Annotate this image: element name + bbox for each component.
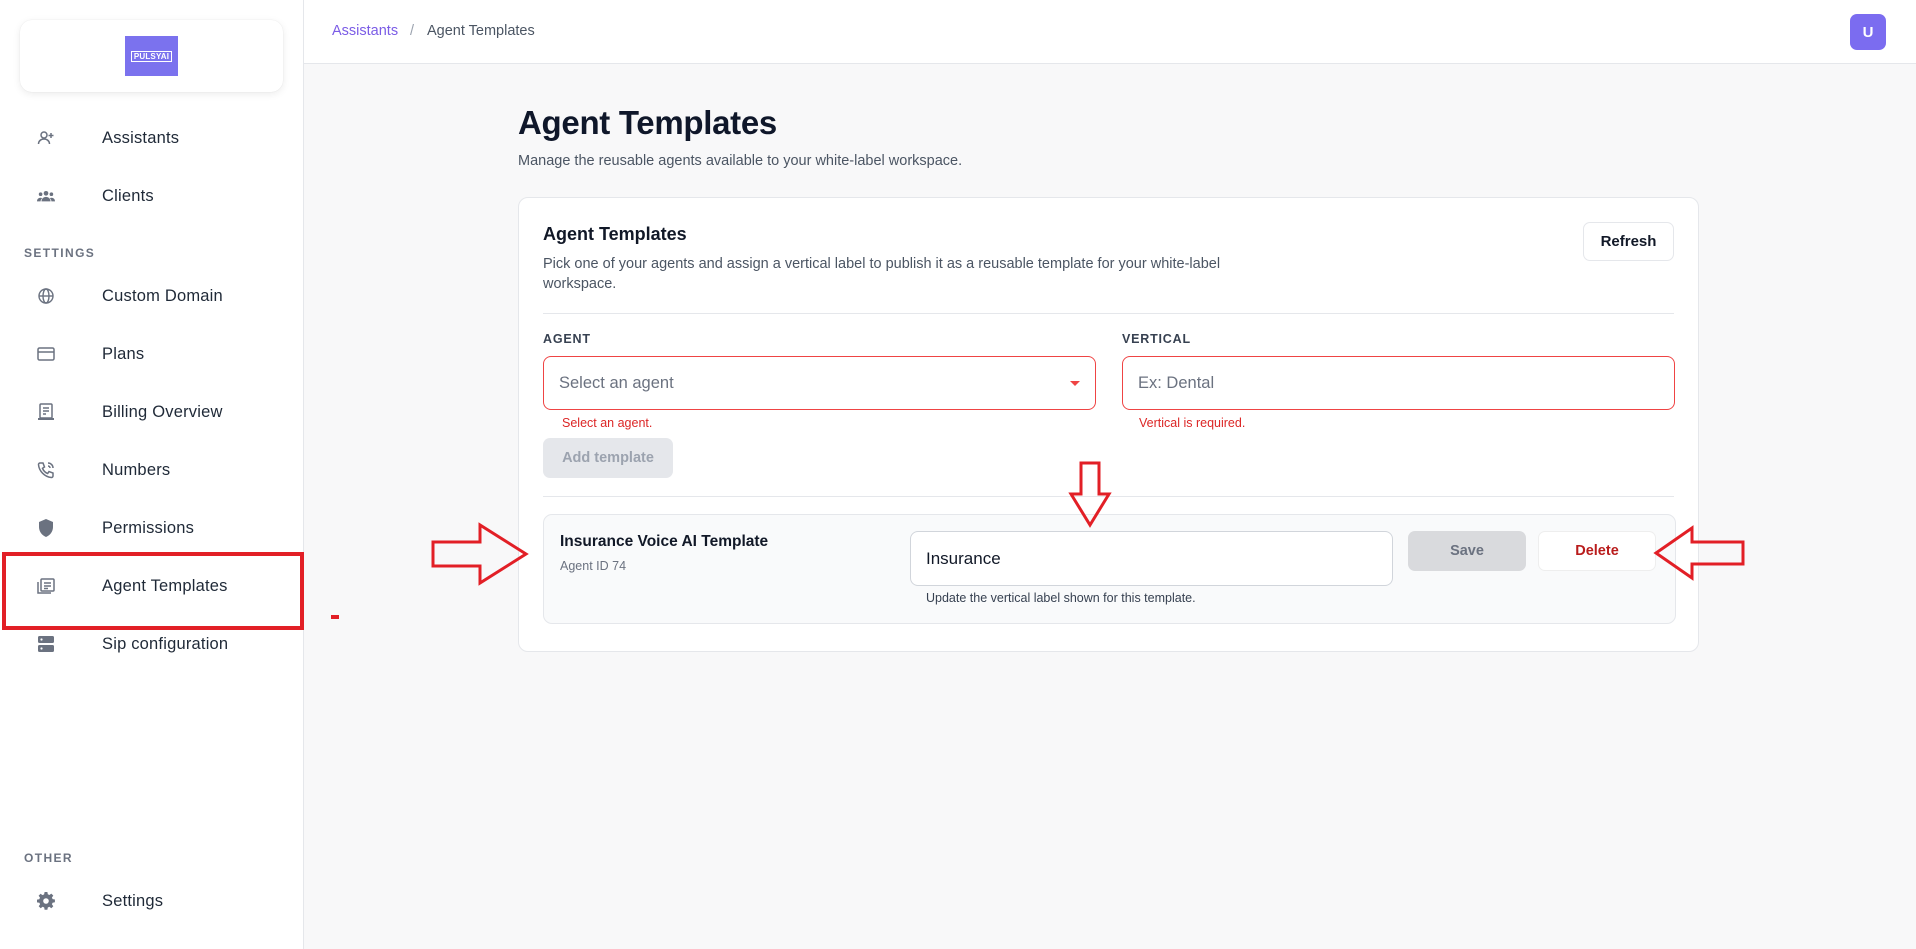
sidebar-item-plans[interactable]: Plans (0, 328, 304, 380)
card-title: Agent Templates (543, 224, 687, 244)
sidebar-item-label: Settings (102, 891, 164, 910)
phone-icon (37, 461, 55, 479)
sidebar-item-label: Billing Overview (102, 402, 223, 421)
receipt-icon (37, 403, 55, 421)
vertical-input[interactable] (1122, 356, 1675, 410)
credit-card-icon (37, 345, 55, 363)
breadcrumb-current: Agent Templates (427, 23, 535, 39)
sidebar-item-label: Numbers (102, 460, 171, 479)
template-vertical-help: Update the vertical label shown for this… (926, 591, 1196, 605)
shield-icon (37, 519, 55, 537)
annotation-arrow-right-icon (431, 522, 529, 586)
other-section-label: OTHER (24, 851, 73, 865)
agent-select[interactable]: Select an agent (543, 356, 1096, 410)
server-icon (37, 635, 55, 653)
logo-card[interactable]: PULSYAI (20, 20, 283, 92)
divider (543, 313, 1674, 314)
sidebar: PULSYAI Assistants Clients SETTINGS Cust… (0, 0, 304, 949)
sidebar-item-assistants[interactable]: Assistants (0, 112, 304, 164)
sidebar-item-label: Plans (102, 344, 145, 363)
page-title: Agent Templates (518, 104, 777, 141)
annotation-mark (331, 615, 339, 619)
delete-button[interactable]: Delete (1538, 531, 1656, 571)
sidebar-item-custom-domain[interactable]: Custom Domain (0, 270, 304, 322)
vertical-error-text: Vertical is required. (1139, 416, 1246, 430)
sidebar-item-label: Assistants (102, 128, 180, 147)
card-description: Pick one of your agents and assign a ver… (543, 256, 1221, 292)
chevron-down-icon (1070, 381, 1080, 386)
group-icon (37, 187, 55, 205)
refresh-button[interactable]: Refresh (1583, 222, 1674, 261)
vertical-field-label: VERTICAL (1122, 332, 1191, 346)
sidebar-item-billing-overview[interactable]: Billing Overview (0, 386, 304, 438)
page-subtitle: Manage the reusable agents available to … (518, 153, 963, 169)
template-name: Insurance Voice AI Template (560, 533, 769, 550)
agent-templates-card: Agent Templates Pick one of your agents … (518, 197, 1699, 652)
avatar[interactable]: U (1850, 14, 1886, 50)
annotation-arrow-down-icon (1068, 461, 1112, 528)
breadcrumb-link-assistants[interactable]: Assistants (332, 23, 398, 39)
annotation-arrow-left-icon (1653, 525, 1745, 581)
add-template-button[interactable]: Add template (543, 438, 673, 478)
agent-field-label: AGENT (543, 332, 591, 346)
agent-select-placeholder: Select an agent (559, 373, 674, 392)
agent-error-text: Select an agent. (562, 416, 653, 430)
top-bar: Assistants / Agent Templates U (304, 0, 1916, 64)
sidebar-item-settings[interactable]: Settings (0, 875, 304, 927)
breadcrumb-separator: / (410, 23, 415, 39)
sidebar-item-permissions[interactable]: Permissions (0, 502, 304, 554)
annotation-highlight-box (2, 552, 304, 630)
save-button[interactable]: Save (1408, 531, 1526, 571)
sidebar-item-clients[interactable]: Clients (0, 170, 304, 222)
settings-section-label: SETTINGS (24, 246, 96, 260)
template-vertical-input[interactable] (910, 531, 1393, 586)
sidebar-item-label: Permissions (102, 518, 195, 537)
sidebar-item-numbers[interactable]: Numbers (0, 444, 304, 496)
gear-icon (37, 892, 55, 910)
sidebar-item-label: Custom Domain (102, 286, 223, 305)
sidebar-item-label: Sip configuration (102, 634, 229, 653)
add-user-icon (37, 129, 55, 147)
template-row: Insurance Voice AI Template Agent ID 74 … (543, 514, 1676, 624)
brand-logo: PULSYAI (125, 36, 178, 76)
template-agent-id: Agent ID 74 (560, 559, 627, 573)
brand-logo-text: PULSYAI (130, 50, 173, 62)
sidebar-item-label: Clients (102, 186, 154, 205)
globe-icon (37, 287, 55, 305)
